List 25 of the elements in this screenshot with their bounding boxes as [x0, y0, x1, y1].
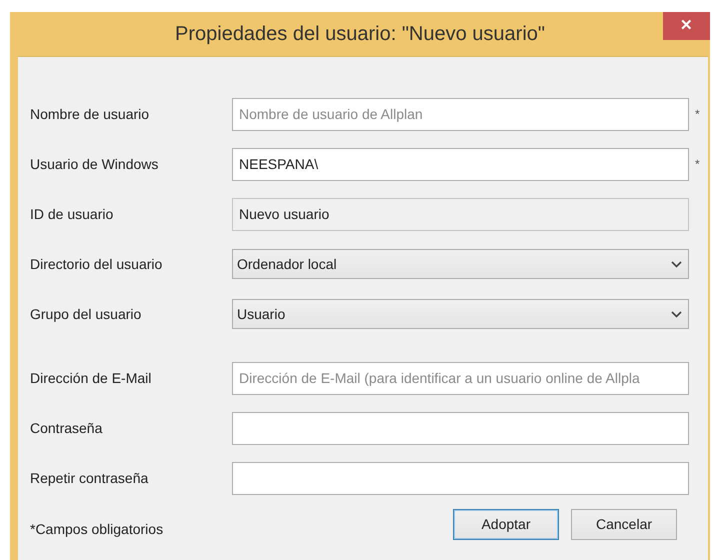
- input-field[interactable]: NEESPANA\: [232, 148, 689, 180]
- chevron-down-icon: [671, 310, 682, 318]
- chevron-down-icon: [671, 260, 682, 268]
- readonly-field: Nuevo usuario: [232, 198, 689, 230]
- field-label: Nombre de usuario: [30, 104, 150, 124]
- input-field[interactable]: Dirección de E-Mail (para identificar a un usuario online de Allpla: [232, 362, 689, 394]
- close-button[interactable]: ✕: [663, 12, 710, 40]
- required-mark: *: [695, 106, 700, 123]
- dialog-button[interactable]: Cancelar: [571, 509, 677, 540]
- dropdown[interactable]: Ordenador local: [232, 249, 689, 279]
- input-field[interactable]: [232, 462, 689, 494]
- dialog-button[interactable]: Adoptar: [453, 509, 559, 540]
- field-label: Contraseña: [30, 418, 104, 438]
- field-label: Usuario de Windows: [30, 154, 160, 174]
- field-label: Directorio del usuario: [30, 254, 164, 274]
- required-mark: *: [695, 156, 700, 173]
- field-label: Dirección de E-Mail: [30, 368, 152, 388]
- window-title: Propiedades del usuario: "Nuevo usuario": [175, 22, 545, 47]
- field-label: Grupo del usuario: [30, 304, 142, 324]
- field-label: Repetir contraseña: [30, 468, 150, 488]
- input-field[interactable]: Nombre de usuario de Allplan: [232, 98, 689, 130]
- input-field[interactable]: [232, 412, 689, 444]
- required-note: *Campos obligatorios: [30, 520, 164, 539]
- field-label: ID de usuario: [30, 204, 114, 224]
- dropdown[interactable]: Usuario: [232, 299, 689, 329]
